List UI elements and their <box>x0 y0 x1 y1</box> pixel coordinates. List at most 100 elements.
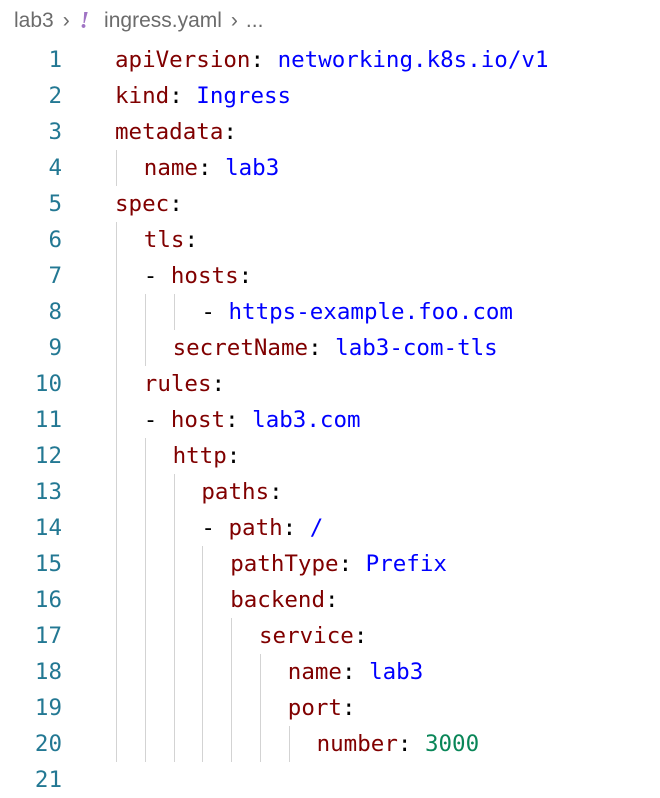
code-line[interactable]: 8 - https-example.foo.com <box>0 294 660 330</box>
line-number: 17 <box>34 623 62 649</box>
yaml-key: service <box>259 623 354 649</box>
indent-guide <box>231 726 233 762</box>
line-number: 3 <box>48 119 62 145</box>
code-line[interactable]: 17 service: <box>0 618 660 654</box>
indent-guide <box>173 294 175 330</box>
code-line[interactable]: 3 metadata: <box>0 114 660 150</box>
line-number: 5 <box>48 191 62 217</box>
yaml-key: metadata <box>115 119 224 145</box>
indent-guide <box>116 366 117 402</box>
colon: : <box>238 263 253 289</box>
indent-guide <box>260 690 261 726</box>
colon: : <box>184 227 198 253</box>
code-text: secretName: lab3-com-tls <box>173 330 498 366</box>
colon: : <box>250 47 278 73</box>
colon: : <box>169 83 197 109</box>
code-line[interactable]: 7 - hosts: <box>0 258 660 294</box>
line-number: 7 <box>48 263 62 289</box>
code-line[interactable]: 19 port: <box>0 690 660 726</box>
indent-guide <box>144 546 146 582</box>
breadcrumb-folder[interactable]: lab3 <box>14 9 54 33</box>
yaml-key: name <box>143 155 198 181</box>
code-line[interactable]: 2 kind: Ingress <box>0 78 660 114</box>
code-line[interactable]: 14 - path: / <box>0 510 660 546</box>
code-line[interactable]: 9 secretName: lab3-com-tls <box>0 330 660 366</box>
code-text: name: lab3 <box>144 150 279 186</box>
code-line[interactable]: 11 - host: lab3.com <box>0 402 660 438</box>
code-text: paths: <box>201 474 282 510</box>
code-editor[interactable]: 1 apiVersion: networking.k8s.io/v1 2 kind: … <box>0 42 660 798</box>
yaml-key: secretName <box>172 335 309 361</box>
yaml-value: networking.k8s.io/v1 <box>277 47 549 73</box>
indent-guide <box>173 654 175 690</box>
line-number: 20 <box>34 731 62 757</box>
indent-guide <box>173 510 175 546</box>
yaml-key: paths <box>201 479 270 505</box>
indent-guide <box>116 474 117 510</box>
line-number: 21 <box>34 767 62 793</box>
yaml-key: hosts <box>170 263 239 289</box>
indent-guide <box>116 150 117 186</box>
indent-guide <box>173 618 175 654</box>
code-line[interactable]: 10 rules: <box>0 366 660 402</box>
indent-guide <box>144 294 146 330</box>
yaml-key: path <box>228 515 283 541</box>
colon: : <box>282 515 310 541</box>
breadcrumb-file[interactable]: ingress.yaml <box>104 9 222 33</box>
indent-guide <box>116 618 117 654</box>
colon: : <box>169 191 183 217</box>
yaml-key: http <box>172 443 227 469</box>
code-line[interactable]: 1 apiVersion: networking.k8s.io/v1 <box>0 42 660 78</box>
yaml-value: / <box>309 515 324 541</box>
code-text: pathType: Prefix <box>230 546 447 582</box>
code-text: apiVersion: networking.k8s.io/v1 <box>115 42 549 78</box>
indent-guide <box>202 726 204 762</box>
indent-guide <box>144 330 146 366</box>
yaml-key: port <box>287 695 342 721</box>
indent-guide <box>116 654 117 690</box>
line-number: 18 <box>34 659 62 685</box>
indent-guide <box>288 726 290 762</box>
indent-guide <box>144 690 146 726</box>
code-line[interactable]: 6 tls: <box>0 222 660 258</box>
yaml-value: 3000 <box>424 731 480 757</box>
indent-guide <box>144 474 146 510</box>
code-text: service: <box>259 618 367 654</box>
line-number: 10 <box>34 371 62 397</box>
indent-guide <box>116 402 117 438</box>
breadcrumb-ellipsis[interactable]: ... <box>246 9 264 33</box>
code-text: metadata: <box>115 114 237 150</box>
code-line[interactable]: 13 paths: <box>0 474 660 510</box>
indent-guide <box>144 582 146 618</box>
code-line[interactable]: 20 number: 3000 <box>0 726 660 762</box>
indent-guide <box>144 726 146 762</box>
code-line[interactable]: 18 name: lab3 <box>0 654 660 690</box>
yaml-value: lab3 <box>369 659 424 685</box>
indent-guide <box>173 726 175 762</box>
indent-guide <box>202 690 204 726</box>
indent-guide <box>116 438 117 474</box>
code-line[interactable]: 21 <box>0 762 660 798</box>
indent-guide <box>116 546 117 582</box>
colon: : <box>226 443 241 469</box>
line-number: 11 <box>34 407 62 433</box>
colon: : <box>197 155 226 181</box>
code-line[interactable]: 5 spec: <box>0 186 660 222</box>
code-line[interactable]: 15 pathType: Prefix <box>0 546 660 582</box>
list-dash: - <box>143 407 171 433</box>
yaml-value: lab3 <box>225 155 280 181</box>
indent-guide <box>173 582 175 618</box>
indent-guide <box>260 726 261 762</box>
code-text: spec: <box>115 186 183 222</box>
line-number: 8 <box>48 299 62 325</box>
code-line[interactable]: 4 name: lab3 <box>0 150 660 186</box>
yaml-key: rules <box>143 371 212 397</box>
indent-guide <box>231 618 233 654</box>
yaml-value: lab3-com-tls <box>335 335 498 361</box>
line-number: 13 <box>34 479 62 505</box>
line-number: 16 <box>34 587 62 613</box>
yaml-key: spec <box>115 191 170 217</box>
code-line[interactable]: 16 backend: <box>0 582 660 618</box>
code-line[interactable]: 12 http: <box>0 438 660 474</box>
line-number: 4 <box>48 155 62 181</box>
